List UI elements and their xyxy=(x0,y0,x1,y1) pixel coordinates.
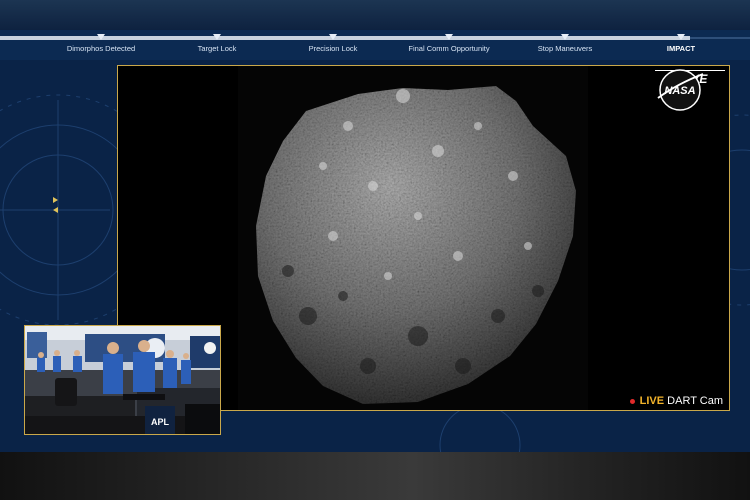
milestone-impact: IMPACT xyxy=(621,34,741,54)
milestone-label: Final Comm Opportunity xyxy=(408,44,490,53)
milestone-stop-maneuvers: Stop Maneuvers xyxy=(505,34,625,54)
milestone-label: Dimorphos Detected xyxy=(66,44,136,53)
cam-live-dot-icon xyxy=(629,398,635,404)
milestone-marker-icon xyxy=(213,34,221,40)
milestone-label: IMPACT xyxy=(666,44,696,53)
milestone-marker-icon xyxy=(677,34,685,40)
nasa-live-branding: NASA LIVE xyxy=(655,68,725,111)
milestone-marker-icon xyxy=(561,34,569,40)
milestone-precision-lock: Precision Lock xyxy=(273,34,393,54)
milestone-final-comm: Final Comm Opportunity xyxy=(389,34,509,54)
milestone-marker-icon xyxy=(329,34,337,40)
milestone-label: Target Lock xyxy=(197,44,237,53)
nasa-logo-icon: NASA xyxy=(657,69,704,111)
arrow-left-icon xyxy=(53,207,58,213)
milestone-label: Precision Lock xyxy=(308,44,358,53)
mission-timeline: Dimorphos Detected Target Lock Precision… xyxy=(0,30,750,60)
mission-control-room-image: APL xyxy=(25,326,220,434)
hud-arrow-indicators xyxy=(53,197,61,217)
cam-name-label: DART Cam xyxy=(667,395,723,407)
top-band xyxy=(0,0,750,30)
timeline-track-end xyxy=(690,37,750,39)
milestone-label: Stop Maneuvers xyxy=(537,44,593,53)
milestone-marker-icon xyxy=(445,34,453,40)
bottom-band xyxy=(0,452,750,500)
arrow-right-icon xyxy=(53,197,58,203)
milestone-target-lock: Target Lock xyxy=(157,34,277,54)
nasa-logo-text: NASA xyxy=(664,85,695,97)
milestone-dimorphos-detected: Dimorphos Detected xyxy=(41,34,161,54)
apl-badge-text: APL xyxy=(151,417,170,427)
camera-caption: LIVE DART Cam xyxy=(629,395,723,407)
milestone-marker-icon xyxy=(97,34,105,40)
cam-live-label: LIVE xyxy=(639,395,665,407)
mission-control-inset: APL xyxy=(24,325,221,435)
